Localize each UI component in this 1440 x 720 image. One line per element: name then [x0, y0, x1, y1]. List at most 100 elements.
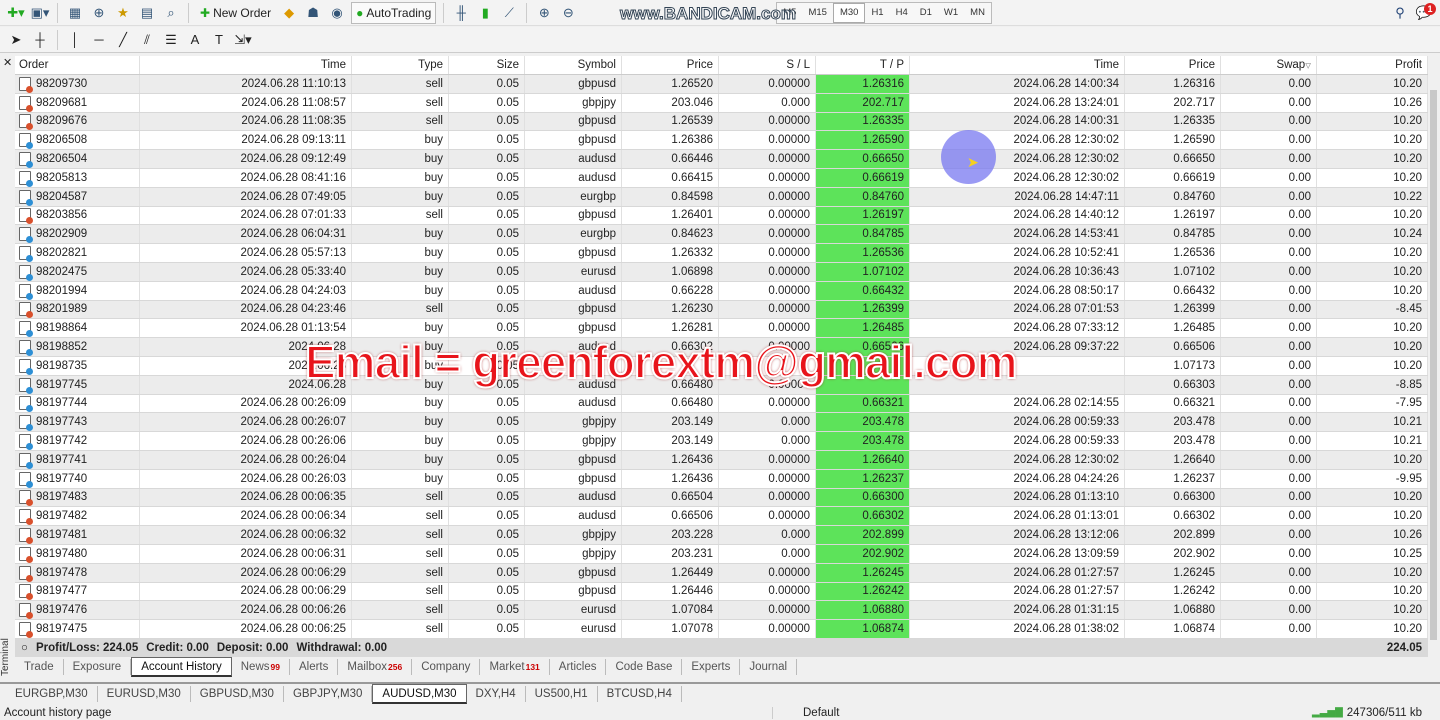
crosshair-icon[interactable]: ┼: [30, 30, 50, 50]
timeframe-h1[interactable]: H1: [865, 3, 889, 23]
table-row[interactable]: 98197482 2024.06.28 00:06:34 sell 0.05 audus…: [15, 507, 1428, 527]
table-row[interactable]: 98201989 2024.06.28 04:23:46 sell 0.05 gbpus…: [15, 300, 1428, 320]
timeframe-m30[interactable]: M30: [832, 2, 866, 23]
channel-icon[interactable]: ⫽: [137, 30, 157, 50]
notifications-icon[interactable]: 💬1: [1414, 2, 1436, 23]
table-row[interactable]: 98197740 2024.06.28 00:26:03 buy 0.05 gbpusd…: [15, 469, 1428, 489]
signals-icon[interactable]: ◉: [327, 3, 347, 23]
header-order[interactable]: Order: [15, 56, 140, 74]
vertical-scrollbar[interactable]: [1430, 90, 1437, 640]
table-row[interactable]: 98197480 2024.06.28 00:06:31 sell 0.05 gbpjp…: [15, 545, 1428, 564]
strategy-tester-icon[interactable]: ⌕: [161, 3, 181, 23]
table-row[interactable]: 98202821 2024.06.28 05:57:13 buy 0.05 gbpusd…: [15, 244, 1428, 263]
tab-trade[interactable]: Trade: [15, 659, 64, 675]
tab-code-base[interactable]: Code Base: [606, 659, 683, 675]
autotrading-button[interactable]: ● AutoTrading: [351, 1, 437, 24]
table-row[interactable]: 98197478 2024.06.28 00:06:29 sell 0.05 gbpus…: [15, 563, 1428, 583]
header-close-time[interactable]: Time: [910, 56, 1125, 74]
arrows-icon[interactable]: ⇲▾: [233, 30, 253, 50]
table-row[interactable]: 98197741 2024.06.28 00:26:04 buy 0.05 gbpusd…: [15, 451, 1428, 470]
tab-alerts[interactable]: Alerts: [290, 659, 339, 675]
tab-mailbox[interactable]: Mailbox 256: [338, 659, 413, 675]
trendline-icon[interactable]: ╱: [113, 30, 133, 50]
table-row[interactable]: 98209681 2024.06.28 11:08:57 sell 0.05 gbpjp…: [15, 93, 1428, 113]
text-label-icon[interactable]: T: [209, 30, 229, 50]
table-row[interactable]: 98197742 2024.06.28 00:26:06 buy 0.05 gbpjpy…: [15, 432, 1428, 451]
profiles-icon[interactable]: ▣▾: [30, 3, 50, 23]
header-sl[interactable]: S / L: [719, 56, 816, 74]
table-row[interactable]: 98206504 2024.06.28 09:12:49 buy 0.05 audusd…: [15, 150, 1428, 169]
tab-experts[interactable]: Experts: [682, 659, 741, 675]
terminal-icon[interactable]: ▤: [137, 3, 157, 23]
navigator-icon[interactable]: ★: [113, 3, 133, 23]
chart-tab-eurusd-m30[interactable]: EURUSD,M30: [98, 686, 191, 702]
table-row[interactable]: 98202909 2024.06.28 06:04:31 buy 0.05 eurgbp…: [15, 225, 1428, 245]
table-row[interactable]: 98203856 2024.06.28 07:01:33 sell 0.05 gbpus…: [15, 206, 1428, 226]
table-row[interactable]: 98209676 2024.06.28 11:08:35 sell 0.05 gbpus…: [15, 112, 1428, 132]
tab-exposure[interactable]: Exposure: [64, 659, 132, 675]
timeframe-mn[interactable]: MN: [964, 3, 991, 23]
candlestick-icon[interactable]: ▮: [475, 3, 495, 23]
chart-tab-audusd-m30[interactable]: AUDUSD,M30: [372, 684, 467, 704]
text-icon[interactable]: A: [185, 30, 205, 50]
line-chart-icon[interactable]: ⟋: [499, 3, 519, 23]
vertical-line-icon[interactable]: │: [65, 30, 85, 50]
timeframe-h4[interactable]: H4: [890, 3, 914, 23]
metaeditor-icon[interactable]: ◆: [279, 3, 299, 23]
table-row[interactable]: 98202475 2024.06.28 05:33:40 buy 0.05 eurusd…: [15, 263, 1428, 282]
table-row[interactable]: 98197483 2024.06.28 00:06:35 sell 0.05 audus…: [15, 488, 1428, 508]
new-order-button[interactable]: ✚ New Order: [196, 2, 275, 24]
header-swap[interactable]: Swap ▿: [1221, 56, 1317, 74]
tab-account-history[interactable]: Account History: [131, 657, 232, 677]
chart-tab-eurgbp-m30[interactable]: EURGBP,M30: [6, 686, 98, 702]
timeframe-m15[interactable]: M15: [802, 3, 832, 23]
sl-text: 0.00000: [768, 115, 810, 128]
tab-market[interactable]: Market 131: [480, 659, 550, 675]
table-row[interactable]: 98201994 2024.06.28 04:24:03 buy 0.05 audusd…: [15, 281, 1428, 301]
tab-journal[interactable]: Journal: [740, 659, 798, 675]
table-row[interactable]: 98197475 2024.06.28 00:06:25 sell 0.05 eurus…: [15, 620, 1428, 639]
header-symbol[interactable]: Symbol: [525, 56, 622, 74]
chart-tab-btcusd-h4[interactable]: BTCUSD,H4: [598, 686, 682, 702]
new-chart-icon[interactable]: ✚▾: [6, 3, 26, 23]
cursor-icon[interactable]: ➤: [6, 30, 26, 50]
table-row[interactable]: 98197481 2024.06.28 00:06:32 sell 0.05 gbpjp…: [15, 526, 1428, 545]
search-icon[interactable]: ⚲: [1390, 3, 1410, 23]
table-row[interactable]: 98197743 2024.06.28 00:26:07 buy 0.05 gbpjpy…: [15, 413, 1428, 433]
zoom-out-icon[interactable]: ⊖: [558, 3, 578, 23]
table-row[interactable]: 98205813 2024.06.28 08:41:16 buy 0.05 audusd…: [15, 169, 1428, 188]
close-time-text: 2024.06.28 08:50:17: [1013, 284, 1119, 297]
header-type[interactable]: Type: [352, 56, 449, 74]
close-terminal-icon[interactable]: ✕: [3, 56, 12, 69]
chart-tab-us500-h1[interactable]: US500,H1: [526, 686, 598, 702]
table-row[interactable]: 98197744 2024.06.28 00:26:09 buy 0.05 audusd…: [15, 394, 1428, 414]
table-row[interactable]: 98206508 2024.06.28 09:13:11 buy 0.05 gbpusd…: [15, 131, 1428, 151]
header-tp[interactable]: T / P: [816, 56, 910, 74]
table-row[interactable]: 98197476 2024.06.28 00:06:26 sell 0.05 eurus…: [15, 601, 1428, 621]
crosshair-nav-icon[interactable]: ⊕: [89, 3, 109, 23]
community-icon[interactable]: ☗: [303, 3, 323, 23]
header-size[interactable]: Size: [449, 56, 525, 74]
tab-company[interactable]: Company: [412, 659, 481, 675]
chart-tab-gbpjpy-m30[interactable]: GBPJPY,M30: [284, 686, 373, 702]
timeframe-w1[interactable]: W1: [938, 3, 964, 23]
zoom-in-icon[interactable]: ⊕: [534, 3, 554, 23]
chart-tab-gbpusd-m30[interactable]: GBPUSD,M30: [191, 686, 284, 702]
header-profit[interactable]: Profit: [1317, 56, 1428, 74]
header-close-price[interactable]: Price: [1125, 56, 1221, 74]
timeframe-d1[interactable]: D1: [914, 3, 938, 23]
sort-icon[interactable]: ▿: [1305, 58, 1311, 72]
table-row[interactable]: 98204587 2024.06.28 07:49:05 buy 0.05 eurgbp…: [15, 187, 1428, 207]
tab-news[interactable]: News 99: [232, 659, 290, 675]
table-row[interactable]: 98197477 2024.06.28 00:06:29 sell 0.05 gbpus…: [15, 582, 1428, 602]
header-open-time[interactable]: Time: [140, 56, 352, 74]
horizontal-line-icon[interactable]: ─: [89, 30, 109, 50]
tab-articles[interactable]: Articles: [550, 659, 607, 675]
bar-chart-icon[interactable]: ╫: [451, 3, 471, 23]
header-open-price[interactable]: Price: [622, 56, 719, 74]
market-watch-icon[interactable]: ▦: [65, 3, 85, 23]
table-row[interactable]: 98209730 2024.06.28 11:10:13 sell 0.05 gbpus…: [15, 75, 1428, 94]
cell-open-time: 2024.06.28 05:33:40: [140, 263, 352, 281]
fibonacci-icon[interactable]: ☰: [161, 30, 181, 50]
chart-tab-dxy-h4[interactable]: DXY,H4: [467, 686, 526, 702]
